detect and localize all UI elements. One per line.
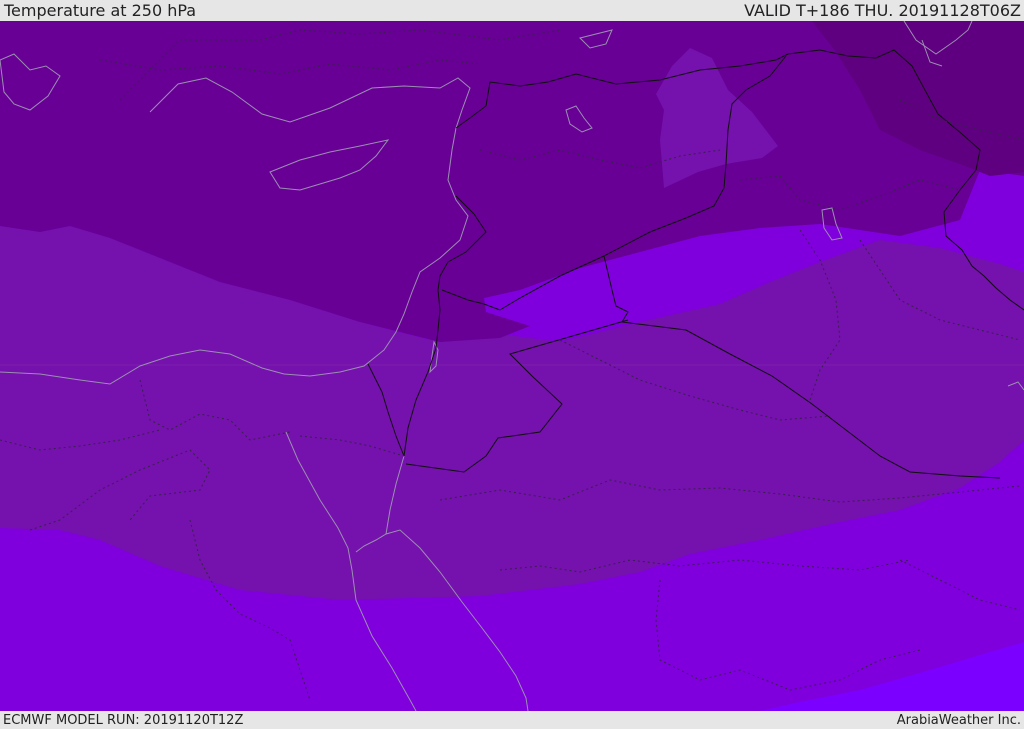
- map-title: Temperature at 250 hPa: [4, 1, 197, 20]
- header-bar: Temperature at 250 hPa VALID T+186 THU. …: [0, 0, 1024, 21]
- footer-bar: ECMWF MODEL RUN: 20191120T12Z ArabiaWeat…: [0, 711, 1024, 729]
- valid-time-label: VALID T+186 THU. 20191128T06Z: [744, 1, 1021, 20]
- model-run-label: ECMWF MODEL RUN: 20191120T12Z: [3, 712, 244, 728]
- provider-credit: ArabiaWeather Inc.: [896, 712, 1021, 728]
- map-page: Temperature at 250 hPa VALID T+186 THU. …: [0, 0, 1024, 729]
- weather-map: [0, 21, 1024, 711]
- map-canvas: [0, 21, 1024, 711]
